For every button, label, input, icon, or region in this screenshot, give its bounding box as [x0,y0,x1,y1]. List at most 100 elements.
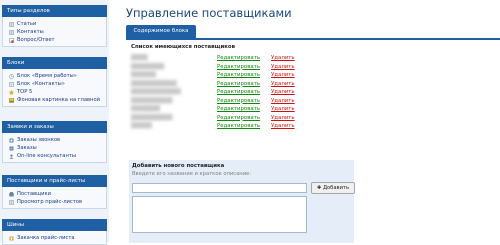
supplier-name-input[interactable] [132,183,307,193]
block-icon [9,81,14,87]
panel-header: Шины [2,219,107,231]
tab-block-content[interactable]: Содержимое блока [126,25,196,38]
panel-blocks: Блоки Блок «Время работы» Блок «Контакты… [2,57,107,107]
sidebar-item-label: Контакты [17,29,44,35]
supplier-name: ███████████ [131,80,177,87]
sidebar-item-contacts[interactable]: Контакты [9,28,106,36]
sidebar-item-label: Поставщики [17,191,51,197]
sidebar-item-orders[interactable]: Заказы [9,144,106,152]
sidebar-item-block-hours[interactable]: Блок «Время работы» [9,72,106,80]
add-button-label: Добавить [322,185,350,191]
panel-body: Поставщики Просмотр прайс-листов [2,187,107,209]
sidebar-item-faq[interactable]: Вопрос/Ответ [9,36,106,44]
star-icon [9,89,14,95]
edit-link[interactable]: Редактировать [217,88,260,96]
sidebar-item-label: Фоновая картинка на главной [17,97,100,103]
edit-link[interactable]: Редактировать [217,80,260,88]
edit-link[interactable]: Редактировать [217,105,260,113]
sidebar-item-label: Блок «Контакты» [17,81,65,87]
edit-link[interactable]: Редактировать [217,122,260,130]
edit-link[interactable]: Редактировать [217,63,260,71]
sidebar-item-upload-pricelist[interactable]: Закачка прайс-листа [9,234,106,242]
supplier-name: ████ [131,55,148,61]
delete-link[interactable]: Удалить [271,114,295,122]
panel-body: Статьи Контакты Вопрос/Ответ [2,17,107,47]
edit-link[interactable]: Редактировать [217,97,260,105]
sidebar-item-label: Статьи [17,21,37,27]
edit-link[interactable]: Редактировать [217,54,260,62]
delete-link[interactable]: Удалить [271,97,295,105]
sidebar-item-label: Закачка прайс-листа [17,235,75,241]
supplier-name: ████████ [131,63,165,70]
sidebar-item-label: Заказы [17,145,37,151]
document-icon [9,199,14,205]
sidebar-item-block-contacts[interactable]: Блок «Контакты» [9,80,106,88]
supplier-name: ██████ [131,72,156,78]
table-row: ████████ Редактировать Удалить [131,63,491,71]
delete-link[interactable]: Удалить [271,105,295,113]
panel-header: Поставщики и прайс-листы [2,175,107,187]
main-content: Управление поставщиками Содержимое блока… [126,0,500,243]
delete-link[interactable]: Удалить [271,63,295,71]
panel-header: Заявки и заказы [2,121,107,133]
delete-link[interactable]: Удалить [271,88,295,96]
block-icon [9,73,14,79]
table-row: ██████████ Редактировать Удалить [131,114,491,122]
sidebar-item-view-pricelists[interactable]: Просмотр прайс-листов [9,198,106,206]
table-row: ██████ Редактировать Удалить [131,71,491,79]
add-supplier-form: Добавить нового поставщика Введите его н… [129,160,355,243]
table-row: ██████████ Редактировать Удалить [131,97,491,105]
consultant-icon [9,154,14,159]
delete-link[interactable]: Удалить [271,80,295,88]
edit-link[interactable]: Редактировать [217,114,260,122]
table-row: ████ Редактировать Удалить [131,54,491,62]
sidebar-item-articles[interactable]: Статьи [9,20,106,28]
table-row: ███████ Редактировать Удалить [131,105,491,113]
panel-suppliers: Поставщики и прайс-листы Поставщики Прос… [2,175,107,209]
sidebar: Типы разделов Статьи Контакты Вопрос/Отв… [0,0,109,245]
table-row: ███████████ Редактировать Удалить [131,80,491,88]
sidebar-item-label: Вопрос/Ответ [17,37,55,43]
add-supplier-hint: Введите его название и краткое описание: [132,171,252,177]
panel-body: Блок «Время работы» Блок «Контакты» TOP … [2,69,107,107]
page-title: Управление поставщиками [126,6,292,20]
upload-icon [9,236,14,240]
sidebar-item-label: TOP 5 [17,89,33,95]
panel-tires: Шины Закачка прайс-листа [2,219,107,245]
sidebar-item-online-consultants[interactable]: On-line консультанты [9,152,106,160]
supplier-name: █████ [131,123,152,129]
edit-link[interactable]: Редактировать [217,71,260,79]
add-supplier-title: Добавить нового поставщика [132,163,225,169]
sidebar-item-call-orders[interactable]: Заказы звонков [9,136,106,144]
panel-header: Блоки [2,57,107,69]
sidebar-item-top5[interactable]: TOP 5 [9,88,106,96]
delete-link[interactable]: Удалить [271,71,295,79]
delete-link[interactable]: Удалить [271,122,295,130]
supplier-name: ████████████ [131,89,181,95]
supplier-name: ███████ [131,106,161,112]
table-row: ████████████ Редактировать Удалить [131,88,491,96]
cart-icon [9,146,14,150]
question-document-icon [9,37,14,43]
suppliers-icon [9,191,14,196]
tab-bar: Содержимое блока [126,25,500,40]
panel-section-types: Типы разделов Статьи Контакты Вопрос/Отв… [2,5,107,47]
panel-body: Заказы звонков Заказы On-line консультан… [2,133,107,163]
table-row: █████ Редактировать Удалить [131,122,491,130]
supplier-name: ██████████ [131,97,173,104]
add-supplier-button[interactable]: ✚ Добавить [311,182,355,194]
sidebar-item-label: On-line консультанты [17,153,76,159]
supplier-name: ██████████ [131,114,173,121]
sidebar-item-suppliers[interactable]: Поставщики [9,190,106,198]
sidebar-item-label: Заказы звонков [17,137,61,143]
delete-link[interactable]: Удалить [271,54,295,62]
supplier-list-title: Список имеющихся поставщиков [131,44,236,50]
phone-icon [9,138,14,142]
document-icon [9,29,14,35]
sidebar-item-label: Блок «Время работы» [17,73,77,79]
image-icon [9,97,14,103]
panel-requests: Заявки и заказы Заказы звонков Заказы On… [2,121,107,163]
sidebar-item-background-image[interactable]: Фоновая картинка на главной [9,96,106,104]
sidebar-item-label: Просмотр прайс-листов [17,199,83,205]
supplier-description-textarea[interactable] [132,196,307,233]
